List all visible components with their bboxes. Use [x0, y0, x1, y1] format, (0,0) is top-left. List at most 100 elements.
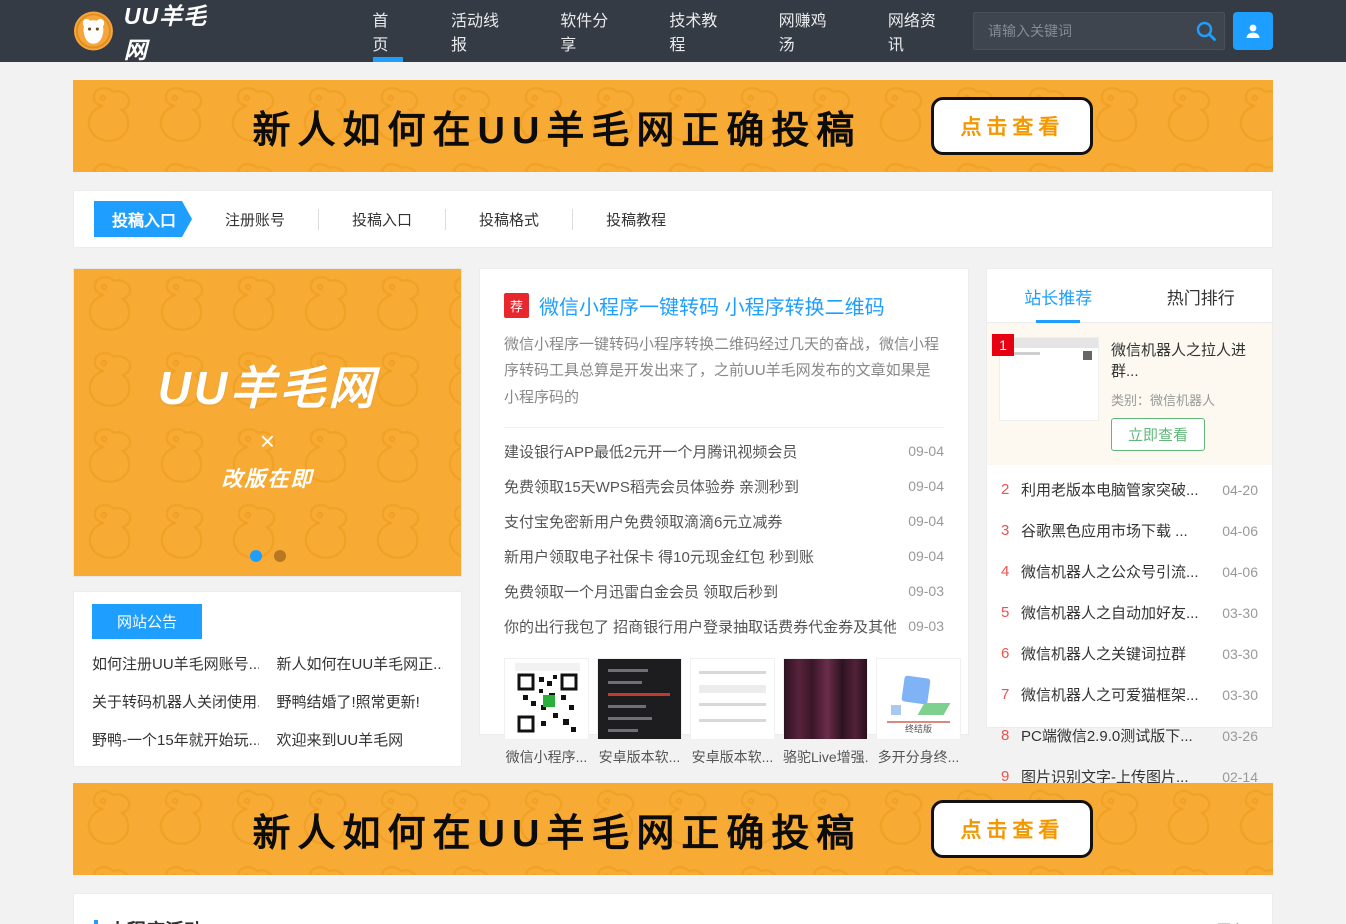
- ranking-row[interactable]: 6 微信机器人之关键词拉群 03-30: [1001, 633, 1258, 674]
- article-row[interactable]: 新用户领取电子社保卡 得10元现金红包 秒到账 09-04: [504, 539, 944, 574]
- nav-item-software[interactable]: 软件分享: [536, 0, 645, 62]
- submit-links-bar: 投稿入口 注册账号 投稿入口 投稿格式 投稿教程: [73, 190, 1273, 248]
- article-thumb[interactable]: 终结版 多开分身终...: [876, 658, 961, 767]
- thumb-caption: 微信小程序...: [504, 747, 589, 767]
- nav-label: 网络资讯: [888, 7, 949, 55]
- ranking-date: 04-06: [1222, 564, 1258, 580]
- nav-item-home[interactable]: 首页: [348, 0, 427, 62]
- top-recommend-item[interactable]: 1 微信机器人之拉人进群... 类别：微信机器人 立即查看: [987, 323, 1272, 465]
- featured-article-excerpt: 微信小程序一键转码小程序转换二维码经过几天的奋战，微信小程序转码工具总算是开发出…: [504, 332, 944, 411]
- tab-recommend[interactable]: 站长推荐: [987, 269, 1130, 322]
- curtain-photo-image: [783, 658, 868, 740]
- article-thumb[interactable]: 微信小程序...: [504, 658, 589, 767]
- ranking-row[interactable]: 4 微信机器人之公众号引流... 04-06: [1001, 551, 1258, 592]
- article-title: 你的出行我包了 招商银行用户登录抽取话费券代金券及其他奖品: [504, 616, 896, 637]
- thumb-caption: 多开分身终...: [876, 747, 961, 767]
- promo-banner-bottom[interactable]: 新人如何在UU羊毛网正确投稿 点击查看: [73, 783, 1273, 875]
- link-submit-format[interactable]: 投稿格式: [445, 209, 572, 230]
- article-thumb[interactable]: 安卓版本软...: [597, 658, 682, 767]
- article-thumb[interactable]: 骆驼Live增强...: [783, 658, 868, 767]
- rank-number: 2: [1001, 481, 1021, 498]
- cube-illustration-image: 终结版: [876, 658, 961, 740]
- link-register-account[interactable]: 注册账号: [192, 209, 318, 230]
- article-row[interactable]: 建设银行APP最低2元开一个月腾讯视频会员 09-04: [504, 434, 944, 469]
- search-icon[interactable]: [1195, 20, 1217, 42]
- article-row[interactable]: 免费领取一个月迅雷白金会员 领取后秒到 09-03: [504, 574, 944, 609]
- banner-view-button[interactable]: 点击查看: [931, 97, 1093, 155]
- ranking-date: 03-30: [1222, 605, 1258, 621]
- thumb-caption: 安卓版本软...: [597, 747, 682, 767]
- article-date: 09-04: [908, 443, 944, 459]
- ranking-date: 03-30: [1222, 687, 1258, 703]
- site-logo[interactable]: UU羊毛网: [73, 0, 228, 65]
- tab-hot-ranking[interactable]: 热门排行: [1130, 269, 1273, 322]
- section-accent-bar: [94, 920, 98, 924]
- recommend-category: 类别：微信机器人: [1111, 390, 1260, 409]
- link-submit-tutorial[interactable]: 投稿教程: [572, 209, 699, 230]
- nav-item-news[interactable]: 网络资讯: [864, 0, 973, 62]
- notice-link[interactable]: 野鸭结婚了!照常更新!: [277, 691, 444, 712]
- promo-banner-top[interactable]: 新人如何在UU羊毛网正确投稿 点击查看: [73, 80, 1273, 172]
- notice-link[interactable]: 新人如何在UU羊毛网正...: [277, 653, 444, 674]
- recommend-title[interactable]: 微信机器人之拉人进群...: [1111, 339, 1260, 381]
- rank-number: 4: [1001, 563, 1021, 580]
- article-title: 新用户领取电子社保卡 得10元现金红包 秒到账: [504, 546, 814, 567]
- top-navbar: UU羊毛网 首页 活动线报 软件分享 技术教程 网赚鸡汤 网络资讯: [0, 0, 1346, 62]
- notice-link[interactable]: 如何注册UU羊毛网账号...: [92, 653, 259, 674]
- banner-title: 新人如何在UU羊毛网正确投稿: [253, 802, 862, 857]
- article-row[interactable]: 你的出行我包了 招商银行用户登录抽取话费券代金券及其他奖品 09-03: [504, 609, 944, 644]
- notice-link[interactable]: 欢迎来到UU羊毛网: [277, 729, 444, 750]
- article-date: 09-03: [908, 618, 944, 634]
- ranking-row[interactable]: 7 微信机器人之可爱猫框架... 03-30: [1001, 674, 1258, 715]
- carousel-dots: [250, 550, 286, 562]
- ranking-date: 03-30: [1222, 646, 1258, 662]
- nav-label: 活动线报: [451, 7, 512, 55]
- more-link[interactable]: 更多▸: [1217, 920, 1252, 924]
- thumb-inner-label: 终结版: [877, 722, 960, 735]
- carousel-dot-1[interactable]: [250, 550, 262, 562]
- user-icon: [1244, 22, 1262, 40]
- view-now-button[interactable]: 立即查看: [1111, 418, 1205, 451]
- ranking-row[interactable]: 5 微信机器人之自动加好友... 03-30: [1001, 592, 1258, 633]
- nav-item-activity[interactable]: 活动线报: [427, 0, 536, 62]
- ranking-title: PC端微信2.9.0测试版下...: [1021, 725, 1212, 746]
- ranking-title: 微信机器人之关键词拉群: [1021, 643, 1212, 664]
- ranking-row[interactable]: 2 利用老版本电脑管家突破... 04-20: [1001, 469, 1258, 510]
- search-input[interactable]: [973, 12, 1225, 50]
- featured-articles-card: 荐 微信小程序一键转码 小程序转换二维码 微信小程序一键转码小程序转换二维码经过…: [479, 268, 969, 735]
- user-button[interactable]: [1233, 12, 1273, 50]
- article-row[interactable]: 免费领取15天WPS稻壳会员体验券 亲测秒到 09-04: [504, 469, 944, 504]
- ranking-title: 利用老版本电脑管家突破...: [1021, 479, 1212, 500]
- ranking-row[interactable]: 3 谷歌黑色应用市场下载 ... 04-06: [1001, 510, 1258, 551]
- ranking-title: 微信机器人之可爱猫框架...: [1021, 684, 1212, 705]
- article-thumb[interactable]: 安卓版本软...: [690, 658, 775, 767]
- ranking-row[interactable]: 8 PC端微信2.9.0测试版下... 03-26: [1001, 715, 1258, 756]
- submit-entry-badge[interactable]: 投稿入口: [94, 201, 192, 237]
- banner-view-button[interactable]: 点击查看: [931, 800, 1093, 858]
- featured-article-title[interactable]: 微信小程序一键转码 小程序转换二维码: [539, 291, 885, 320]
- monkey-logo-icon: [73, 10, 114, 52]
- ranking-date: 03-26: [1222, 728, 1258, 744]
- article-row[interactable]: 支付宝免密新用户免费领取滴滴6元立减券 09-04: [504, 504, 944, 539]
- carousel-dot-2[interactable]: [274, 550, 286, 562]
- notice-badge: 网站公告: [92, 604, 202, 639]
- notice-link[interactable]: 野鸭-一个15年就开始玩...: [92, 729, 259, 750]
- main-nav: 首页 活动线报 软件分享 技术教程 网赚鸡汤 网络资讯: [348, 0, 973, 62]
- article-title: 免费领取15天WPS稻壳会员体验券 亲测秒到: [504, 476, 799, 497]
- nav-item-tutorials[interactable]: 技术教程: [645, 0, 754, 62]
- notice-link[interactable]: 关于转码机器人关闭使用...: [92, 691, 259, 712]
- divider: [504, 427, 944, 428]
- ranking-date: 04-20: [1222, 482, 1258, 498]
- article-title: 建设银行APP最低2元开一个月腾讯视频会员: [504, 441, 797, 462]
- nav-item-netearn[interactable]: 网赚鸡汤: [755, 0, 864, 62]
- logo-text: UU羊毛网: [124, 0, 228, 65]
- mini-program-activity-section: 小程序活动 更多▸: [73, 893, 1273, 924]
- recommend-thumb-image: 1: [999, 337, 1099, 421]
- hero-carousel[interactable]: UU羊毛网 × 改版在即: [73, 268, 462, 577]
- link-submit-entry[interactable]: 投稿入口: [318, 209, 445, 230]
- nav-label: 技术教程: [669, 7, 730, 55]
- article-date: 09-03: [908, 583, 944, 599]
- carousel-symbol: ×: [260, 426, 275, 457]
- nav-label: 软件分享: [560, 7, 621, 55]
- carousel-subtitle: 改版在即: [222, 463, 314, 493]
